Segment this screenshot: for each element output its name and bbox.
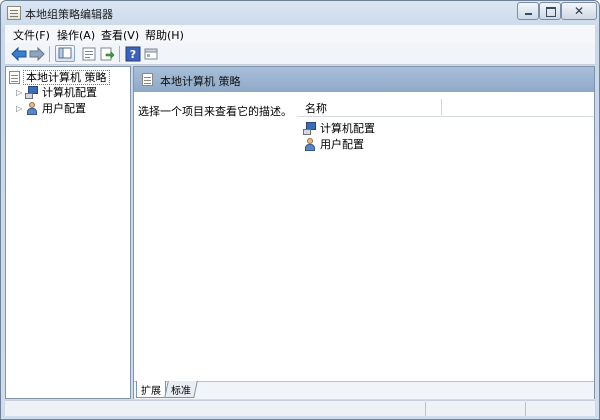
menu-view[interactable]: 查看(V) [101,27,139,43]
policy-document-icon [9,70,20,84]
computer-icon [25,85,39,99]
column-header-name[interactable]: 名称 [297,97,594,117]
tab-standard[interactable]: 标准 [164,381,198,398]
svg-text:?: ? [130,48,136,61]
properties-icon[interactable] [81,46,97,62]
list-item-user-configuration[interactable]: 用户配置 [303,136,364,152]
tree-root-local-computer-policy[interactable]: 本地计算机 策略 [9,69,110,85]
close-button[interactable]: ✕ [561,2,597,20]
menu-file[interactable]: 文件(F) [13,27,50,43]
show-hide-console-tree-icon[interactable] [55,45,75,62]
tree-item-user-configuration[interactable]: ▷ 用户配置 [16,100,86,116]
tab-extended[interactable]: 扩展 [136,381,166,398]
view-tabs: 扩展 标准 [134,381,594,399]
items-list[interactable]: 名称 计算机配置 用户配置 [297,92,594,382]
window-title: 本地组策略编辑器 [25,8,113,21]
toolbar-separator [49,46,50,62]
expand-arrow-icon[interactable]: ▷ [16,104,25,113]
details-header: 本地计算机 策略 [134,67,594,92]
menu-help[interactable]: 帮助(H) [145,27,184,43]
menu-bar: 文件(F) 操作(A) 查看(V) 帮助(H) [5,25,595,43]
policy-document-icon [142,73,153,86]
app-icon [7,6,21,20]
view-icon[interactable] [143,46,159,62]
tree-item-computer-configuration[interactable]: ▷ 计算机配置 [16,84,97,100]
details-pane: 本地计算机 策略 选择一个项目来查看它的描述。 名称 计算机配置 用户配置 扩展… [133,66,595,399]
main-window: 本地组策略编辑器 ✕ 文件(F) 操作(A) 查看(V) 帮助(H) ? 本地计… [0,0,600,420]
console-tree[interactable]: 本地计算机 策略 ▷ 计算机配置 ▷ 用户配置 [5,66,131,399]
forward-icon[interactable] [29,46,45,62]
toolbar-separator [119,46,120,62]
status-separator [425,402,426,416]
title-bar[interactable]: 本地组策略编辑器 ✕ [1,1,599,25]
column-divider[interactable] [441,99,442,115]
toolbar: ? [5,43,595,65]
help-icon[interactable]: ? [125,46,141,62]
close-icon: ✕ [573,4,585,18]
description-text: 选择一个项目来查看它的描述。 [138,105,292,118]
list-item-computer-configuration[interactable]: 计算机配置 [303,120,375,136]
menu-action[interactable]: 操作(A) [57,27,95,43]
back-icon[interactable] [11,46,27,62]
status-bar [5,400,595,416]
maximize-button[interactable] [539,2,561,20]
computer-icon [303,121,317,135]
details-title: 本地计算机 策略 [160,75,241,88]
status-separator [525,402,526,416]
minimize-button[interactable] [517,2,539,20]
user-icon [25,101,39,115]
user-icon [303,137,317,151]
expand-arrow-icon[interactable]: ▷ [16,88,25,97]
column-name-label: 名称 [305,102,327,115]
export-list-icon[interactable] [99,46,115,62]
